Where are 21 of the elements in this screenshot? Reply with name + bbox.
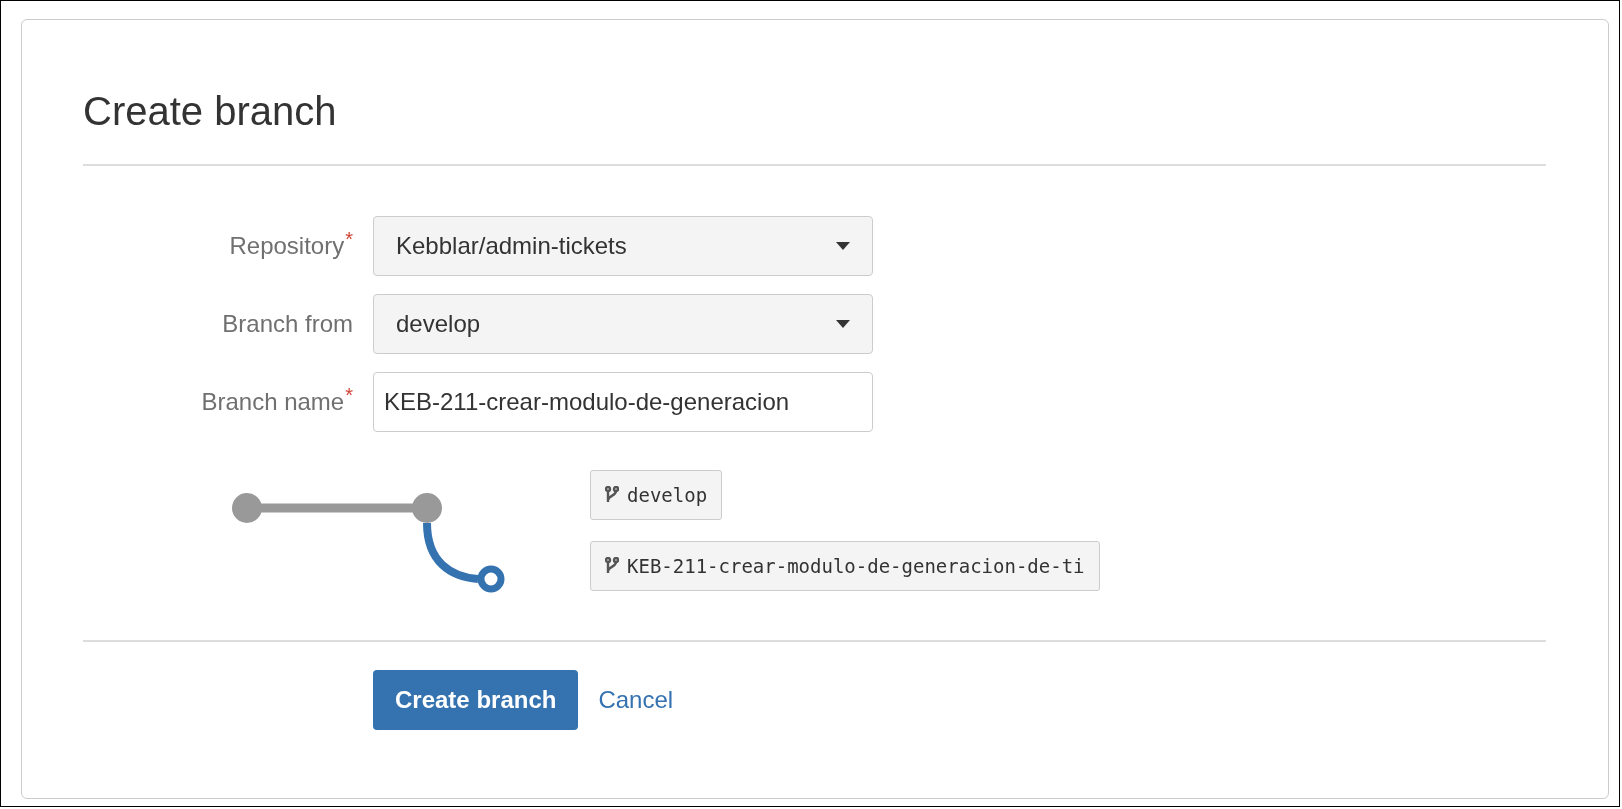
- cancel-link[interactable]: Cancel: [598, 686, 674, 714]
- branch-icon: [605, 557, 619, 575]
- caret-icon: [836, 242, 850, 250]
- required-marker: *: [345, 232, 353, 246]
- create-branch-button[interactable]: Create branch: [373, 670, 579, 730]
- dropdown[interactable]: develop: [373, 294, 873, 354]
- dropdown[interactable]: Kebblar/admin-tickets: [373, 216, 873, 276]
- field-label: Repository: [229, 232, 345, 260]
- branch-tag: KEB-211-crear-modulo-de-generacion-de-ti: [590, 541, 1100, 591]
- dialog-title: Create branch: [83, 88, 338, 135]
- branch-tag: develop: [590, 470, 723, 520]
- branch-curve: [423, 522, 479, 583]
- commit-dot: [412, 493, 442, 523]
- new-branch-node: [477, 565, 505, 593]
- field-label: Branch from: [222, 310, 353, 338]
- branch-icon: [605, 486, 619, 504]
- input-field[interactable]: KEB-211-crear-modulo-de-generacion: [373, 372, 873, 432]
- commit-dot: [232, 493, 262, 523]
- caret-icon: [836, 320, 850, 328]
- required-marker: *: [345, 388, 353, 402]
- field-label: Branch name: [201, 388, 345, 416]
